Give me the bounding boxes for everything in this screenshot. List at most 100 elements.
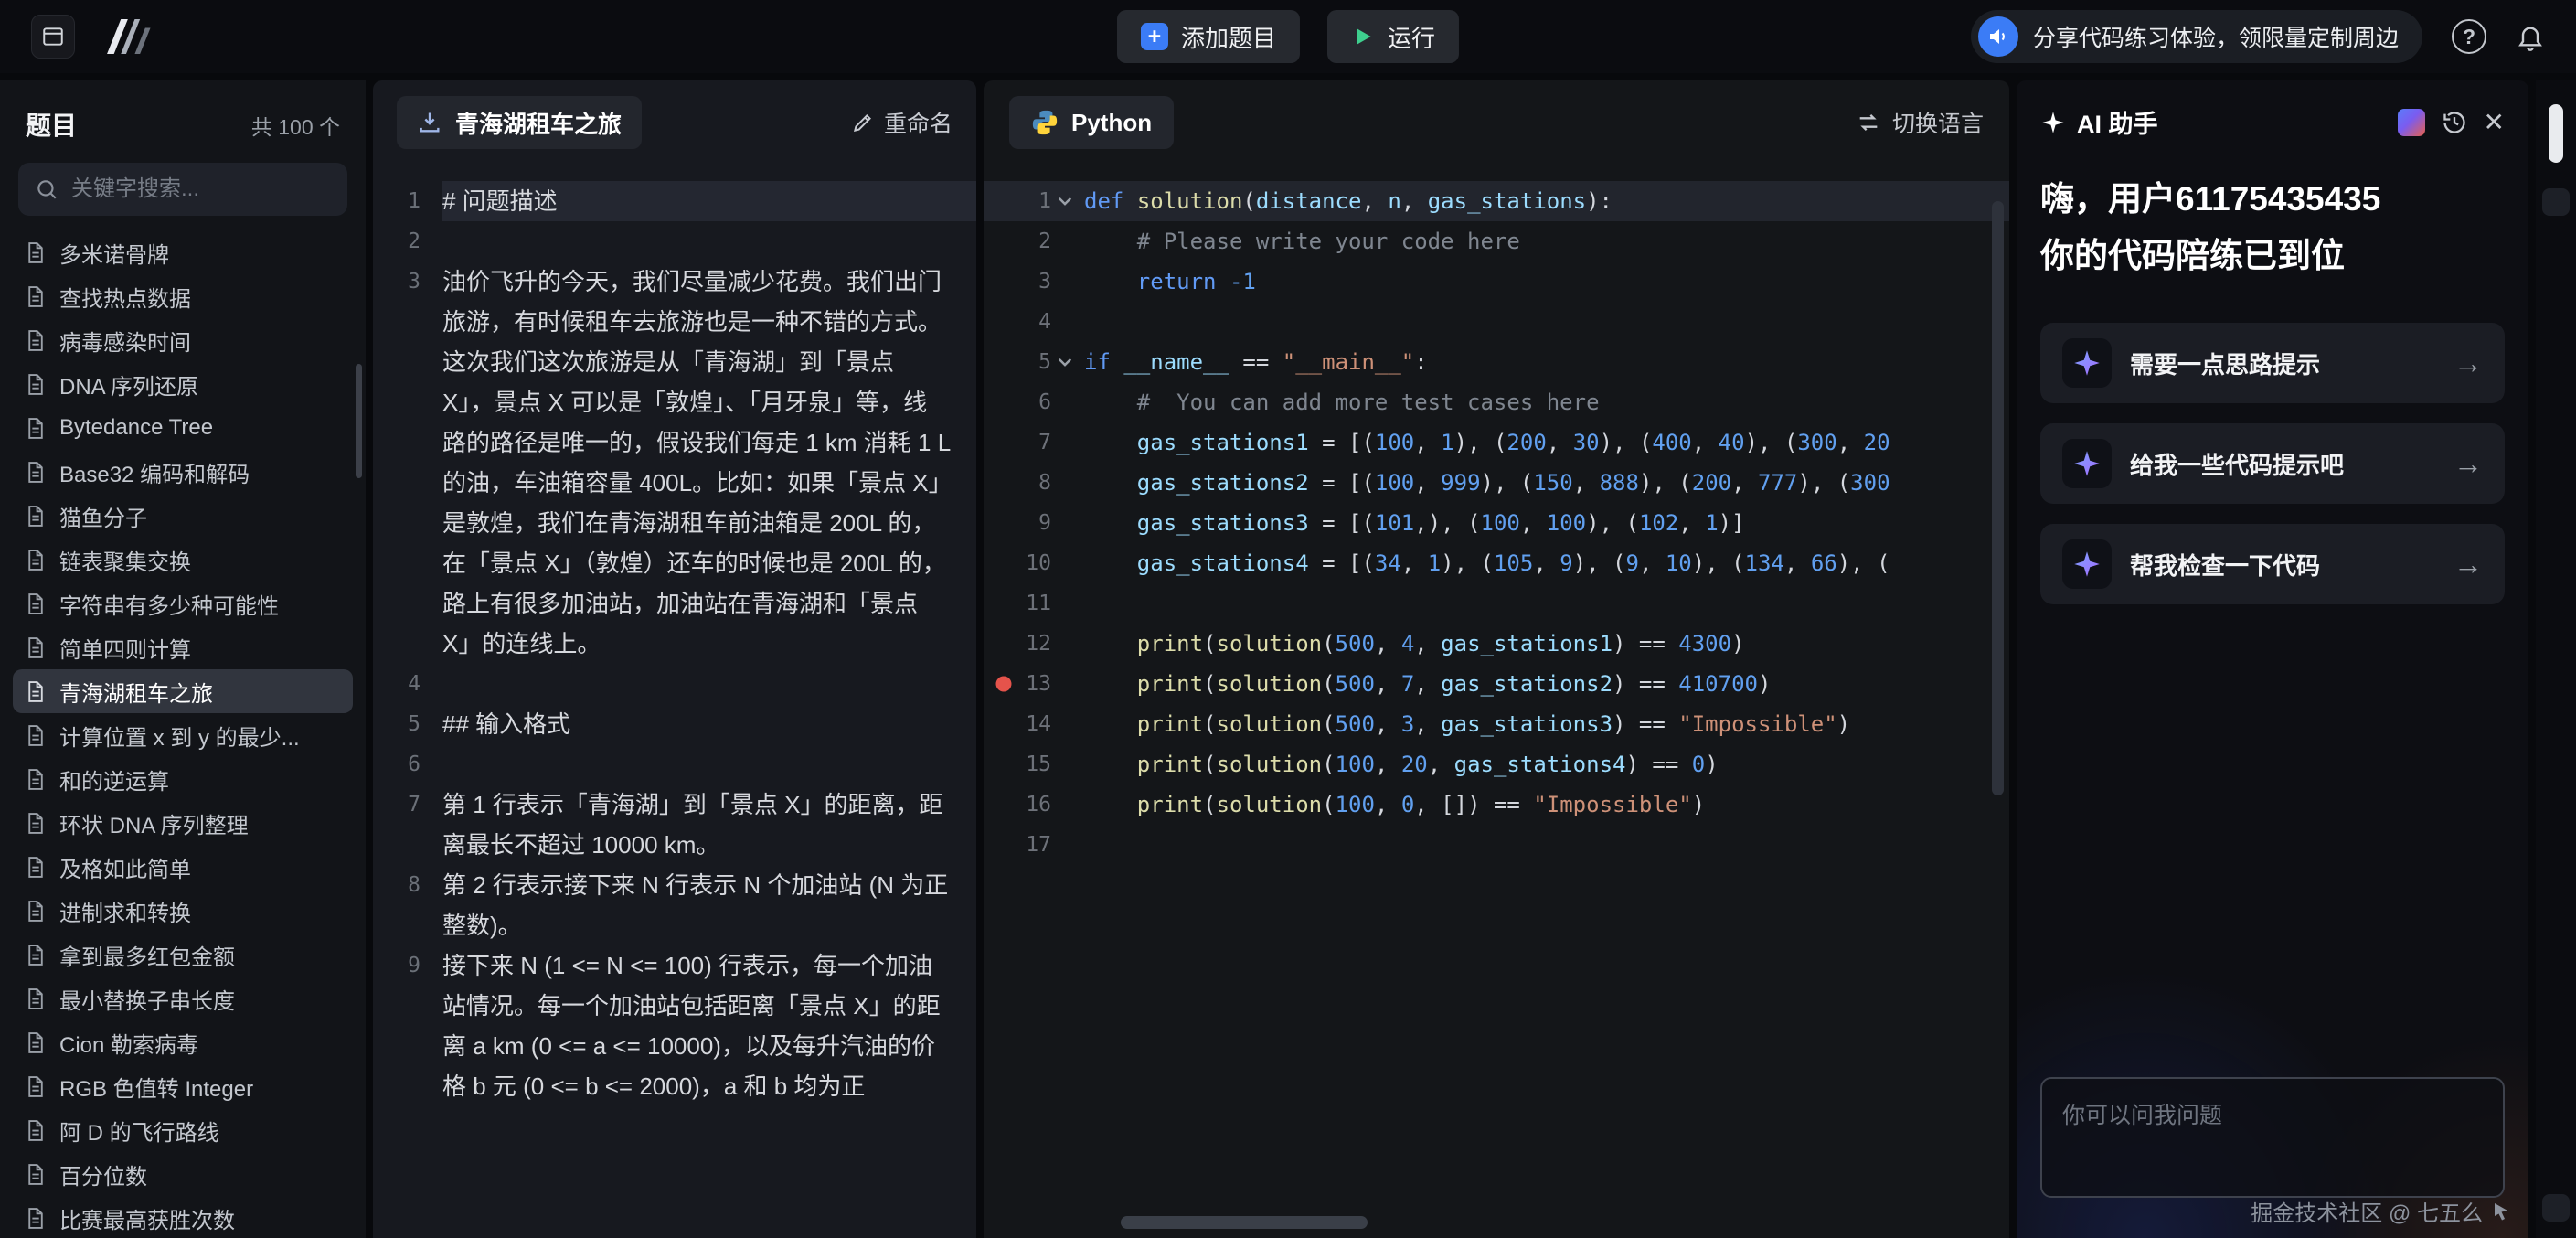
sidebar-item-label: 最小替换子串长度: [59, 983, 235, 1015]
code-lines: 1def solution(distance, n, gas_stations)…: [984, 181, 2009, 865]
sidebar-item[interactable]: 和的逆运算: [13, 757, 353, 801]
sidebar-item[interactable]: 阿 D 的飞行路线: [13, 1108, 353, 1152]
sidebar-item[interactable]: 字符串有多少种可能性: [13, 582, 353, 625]
problem-line: 8第 2 行表示接下来 N 行表示 N 个加油站 (N 为正整数)。: [373, 865, 976, 945]
code-line: 16 print(solution(100, 0, []) == "Imposs…: [984, 784, 2009, 825]
rail-icon-top[interactable]: [2542, 188, 2570, 216]
run-button[interactable]: 运行: [1327, 10, 1459, 63]
line-number: 3: [373, 261, 442, 664]
download-icon: [417, 110, 442, 135]
megaphone-icon: [1978, 16, 2018, 57]
sidebar-scrollbar[interactable]: [356, 364, 362, 478]
sidebar-item[interactable]: 及格如此简单: [13, 845, 353, 889]
code-text: # You can add more test cases here: [1079, 382, 2009, 422]
line-number: 16: [1015, 784, 1051, 825]
language-chip[interactable]: Python: [1009, 96, 1174, 149]
sidebar-item-label: RGB 色值转 Integer: [59, 1071, 253, 1103]
language-label: Python: [1071, 109, 1152, 137]
line-number: 7: [373, 784, 442, 865]
document-icon: [24, 987, 47, 1010]
arrow-right-icon: →: [2454, 347, 2483, 380]
sidebar-item[interactable]: 多米诺骨牌: [13, 230, 353, 274]
sidebar-item[interactable]: 环状 DNA 序列整理: [13, 801, 353, 845]
code-gutter: 5: [984, 342, 1079, 382]
sidebar-item[interactable]: 猫鱼分子: [13, 494, 353, 538]
sidebar-item[interactable]: 比赛最高获胜次数: [13, 1196, 353, 1238]
app-logo[interactable]: [31, 15, 75, 59]
line-number: 1: [373, 181, 442, 221]
code-vertical-scrollbar[interactable]: [1992, 201, 2004, 795]
fold-spacer: [1051, 503, 1079, 543]
sidebar-item[interactable]: DNA 序列还原: [13, 362, 353, 406]
code-text: [1079, 302, 2009, 342]
fold-spacer: [1051, 664, 1079, 704]
sidebar-item[interactable]: Base32 编码和解码: [13, 450, 353, 494]
ai-cards: 需要一点思路提示→ 给我一些代码提示吧→ 帮我检查一下代码→: [2017, 284, 2528, 604]
problem-line: 4: [373, 664, 976, 704]
fold-spacer: [1051, 382, 1079, 422]
problem-editor[interactable]: 1# 问题描述23油价飞升的今天，我们尽量减少花费。我们出门旅游，有时候租车去旅…: [373, 165, 976, 1238]
sparkle-icon: [2062, 439, 2112, 488]
help-icon[interactable]: ?: [2452, 19, 2486, 54]
switch-language-button[interactable]: 切换语言: [1856, 106, 1984, 139]
ai-sparkle-icon: [2040, 110, 2066, 135]
code-line: 6 # You can add more test cases here: [984, 382, 2009, 422]
line-number: 17: [1015, 825, 1051, 865]
promo-banner[interactable]: 分享代码练习体验，领限量定制周边: [1971, 10, 2422, 63]
line-number: 6: [373, 744, 442, 784]
problem-line-text: # 问题描述: [442, 181, 976, 221]
sparkle-icon: [2062, 539, 2112, 589]
ai-suggestion-card[interactable]: 需要一点思路提示→: [2040, 323, 2505, 403]
add-problem-button[interactable]: + 添加题目: [1117, 10, 1300, 63]
problem-line-text: 接下来 N (1 <= N <= 100) 行表示，每一个加油站情况。每一个加油…: [442, 945, 976, 1106]
sidebar-item[interactable]: 最小替换子串长度: [13, 977, 353, 1020]
rename-button[interactable]: 重命名: [851, 106, 953, 139]
juejin-logo[interactable]: [99, 19, 152, 54]
problem-line: 6: [373, 744, 976, 784]
sidebar-item[interactable]: 链表聚集交换: [13, 538, 353, 582]
fold-chevron-icon[interactable]: [1051, 181, 1079, 221]
history-icon[interactable]: [2442, 110, 2467, 135]
line-number: 12: [1015, 624, 1051, 664]
line-number: 4: [373, 664, 442, 704]
notifications-icon[interactable]: [2516, 22, 2545, 51]
code-line: 11: [984, 583, 2009, 624]
document-icon: [24, 1163, 47, 1186]
rail-icon-bottom[interactable]: [2542, 1194, 2570, 1222]
ai-question-input[interactable]: [2040, 1077, 2505, 1198]
sidebar-item[interactable]: 拿到最多红包金额: [13, 933, 353, 977]
search-box[interactable]: [18, 163, 347, 216]
line-number: 10: [1015, 543, 1051, 583]
document-icon: [24, 724, 47, 747]
code-horizontal-scrollbar[interactable]: [1121, 1216, 1368, 1229]
ai-suggestion-card[interactable]: 给我一些代码提示吧→: [2040, 423, 2505, 504]
ai-suggestion-card[interactable]: 帮我检查一下代码→: [2040, 524, 2505, 604]
sidebar-item[interactable]: 百分位数: [13, 1152, 353, 1196]
code-text: print(solution(500, 4, gas_stations1) ==…: [1079, 624, 2009, 664]
code-gutter: 16: [984, 784, 1079, 825]
problem-lines: 1# 问题描述23油价飞升的今天，我们尽量减少花费。我们出门旅游，有时候租车去旅…: [373, 181, 976, 1106]
breakpoint-dot[interactable]: [996, 677, 1012, 692]
sidebar-item[interactable]: Cion 勒索病毒: [13, 1020, 353, 1064]
ai-assistant-title: AI 助手: [2077, 104, 2387, 140]
topbar-center: + 添加题目 运行: [1117, 10, 1459, 63]
sidebar-item[interactable]: Bytedance Tree: [13, 406, 353, 450]
sidebar-item-label: 拿到最多红包金额: [59, 939, 235, 971]
sidebar-item[interactable]: 简单四则计算: [13, 625, 353, 669]
theme-icon[interactable]: [2398, 109, 2425, 136]
document-icon: [24, 856, 47, 879]
collapse-handle[interactable]: [2549, 104, 2563, 163]
cursor-icon: [2490, 1201, 2512, 1222]
sidebar-item[interactable]: 病毒感染时间: [13, 318, 353, 362]
sidebar-item[interactable]: RGB 色值转 Integer: [13, 1064, 353, 1108]
sidebar-item[interactable]: 计算位置 x 到 y 的最少...: [13, 713, 353, 757]
code-editor[interactable]: 1def solution(distance, n, gas_stations)…: [984, 165, 2009, 1238]
sidebar-item[interactable]: 查找热点数据: [13, 274, 353, 318]
fold-chevron-icon[interactable]: [1051, 342, 1079, 382]
sidebar-item[interactable]: 进制求和转换: [13, 889, 353, 933]
search-input[interactable]: [71, 176, 331, 202]
document-icon: [24, 373, 47, 396]
sidebar-item-label: Cion 勒索病毒: [59, 1027, 198, 1059]
close-icon[interactable]: ✕: [2484, 110, 2505, 135]
sidebar-item[interactable]: 青海湖租车之旅: [13, 669, 353, 713]
